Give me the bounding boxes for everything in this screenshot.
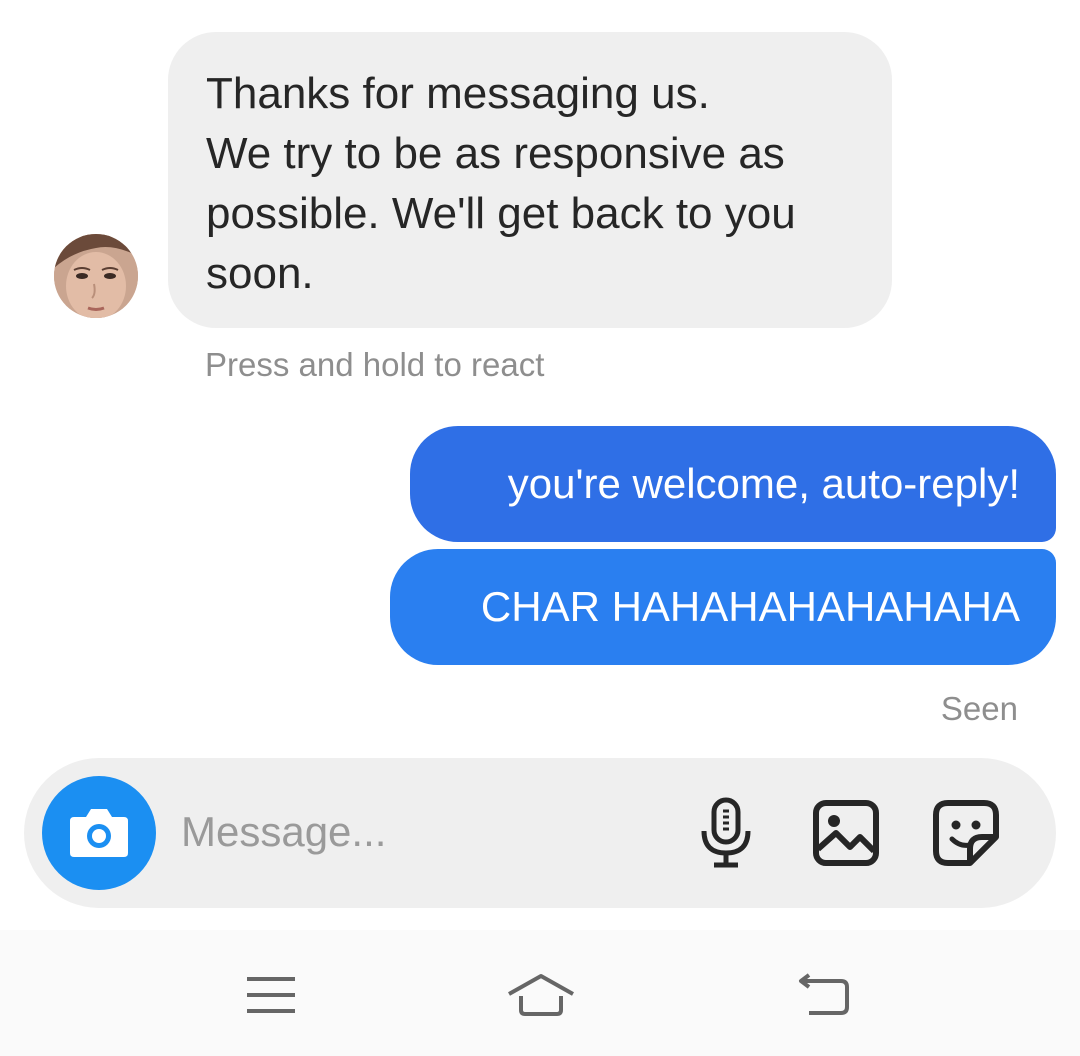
home-icon bbox=[508, 974, 574, 1016]
seen-status: Seen bbox=[940, 690, 1018, 727]
contact-avatar[interactable] bbox=[54, 234, 138, 318]
outgoing-message-bubble[interactable]: CHAR HAHAHAHAHAHAHA bbox=[390, 549, 1056, 665]
avatar-image bbox=[54, 234, 138, 318]
incoming-message-bubble[interactable]: Thanks for messaging us. We try to be as… bbox=[168, 32, 892, 328]
system-navigation-bar bbox=[0, 930, 1080, 1056]
message-composer: Message... bbox=[24, 758, 1056, 908]
microphone-icon bbox=[701, 797, 751, 868]
outgoing-message-bubble[interactable]: you're welcome, auto-reply! bbox=[410, 426, 1056, 542]
recent-apps-button[interactable] bbox=[236, 960, 306, 1030]
camera-button[interactable] bbox=[42, 776, 156, 890]
message-line: possible. We'll get back to you bbox=[206, 189, 796, 238]
menu-icon bbox=[247, 977, 295, 1013]
home-button[interactable] bbox=[506, 960, 576, 1030]
gallery-button[interactable] bbox=[808, 795, 884, 871]
sticker-button[interactable] bbox=[928, 795, 1004, 871]
message-line: We try to be as responsive as bbox=[206, 129, 785, 178]
outgoing-message-text: CHAR HAHAHAHAHAHAHA bbox=[480, 583, 1020, 630]
outgoing-message-text: you're welcome, auto-reply! bbox=[507, 460, 1020, 507]
sticker-icon bbox=[933, 800, 999, 866]
back-button[interactable] bbox=[786, 960, 856, 1030]
message-input[interactable]: Message... bbox=[181, 808, 386, 856]
voice-message-button[interactable] bbox=[688, 795, 764, 871]
camera-icon bbox=[70, 809, 128, 857]
message-line: soon. bbox=[206, 249, 314, 298]
back-icon bbox=[799, 973, 849, 1015]
react-hint: Press and hold to react bbox=[205, 346, 545, 383]
chat-screen: Thanks for messaging us. We try to be as… bbox=[0, 0, 1080, 1056]
message-line: Thanks for messaging us. bbox=[206, 69, 710, 118]
gallery-icon bbox=[813, 800, 879, 866]
